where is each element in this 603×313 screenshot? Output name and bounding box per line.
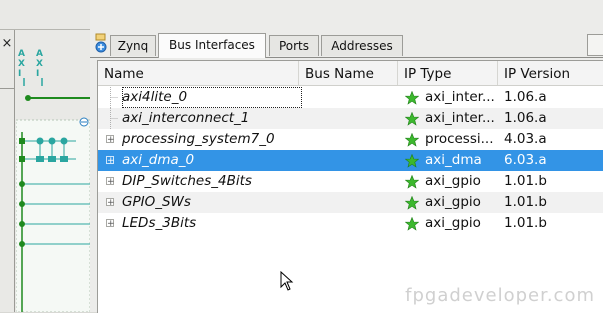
watermark: fpgadeveloper.com (405, 285, 595, 306)
star-icon (405, 175, 419, 189)
star-icon (405, 133, 419, 147)
table-row[interactable]: + processing_system7_0 processi... 4.03.… (98, 129, 603, 150)
tree-connector (110, 108, 118, 129)
axi-legend-icon: AXI AXI (18, 49, 43, 86)
row-ip-type: processi... (425, 131, 494, 147)
bus-interfaces-table: Name Bus Name IP Type IP Version axi4lit… (97, 60, 603, 313)
column-header-ip-version[interactable]: IP Version (498, 61, 603, 85)
bus-schematic (16, 95, 90, 312)
add-ip-icon[interactable] (93, 32, 109, 54)
expand-icon[interactable]: + (106, 219, 115, 229)
row-ip-type: axi_inter... (425, 89, 495, 105)
row-ip-type: axi_gpio (425, 173, 481, 189)
row-ip-version: 1.01.b (504, 173, 547, 189)
expand-icon[interactable]: + (106, 156, 115, 166)
tab-bus-interfaces[interactable]: Bus Interfaces (158, 33, 266, 58)
row-ip-version: 1.01.b (504, 194, 547, 210)
expand-icon[interactable]: + (106, 135, 115, 145)
left-pane-divider-h (0, 88, 14, 89)
row-ip-version: 1.06.a (504, 110, 547, 126)
row-ip-version: 4.03.a (504, 131, 547, 147)
expand-icon[interactable]: + (106, 198, 115, 208)
row-ip-type: axi_inter... (425, 110, 495, 126)
tab-ports[interactable]: Ports (269, 35, 319, 56)
row-ip-version: 6.03.a (504, 152, 547, 168)
row-name: axi_interconnect_1 (122, 110, 250, 126)
tree-connector (110, 87, 118, 108)
bus-interfaces-pane: Zynq Bus Interfaces Ports Addresses Name… (90, 0, 603, 313)
star-icon (405, 91, 419, 105)
table-header: Name Bus Name IP Type IP Version (98, 61, 603, 86)
row-name: LEDs_3Bits (122, 215, 197, 231)
row-name: GPIO_SWs (122, 194, 191, 210)
table-row[interactable]: axi4lite_0 axi_inter... 1.06.a (98, 87, 603, 108)
star-icon (405, 217, 419, 231)
tab-zynq[interactable]: Zynq (110, 35, 156, 56)
row-ip-type: axi_gpio (425, 215, 481, 231)
svg-text:A: A (36, 49, 43, 59)
star-icon (405, 154, 419, 168)
row-ip-type: axi_dma (425, 152, 482, 168)
svg-text:A: A (18, 49, 25, 59)
column-header-name[interactable]: Name (98, 61, 299, 85)
expand-icon[interactable]: + (106, 177, 115, 187)
svg-text:I: I (18, 69, 21, 79)
row-ip-type: axi_gpio (425, 194, 481, 210)
table-row-selected[interactable]: + axi_dma_0 axi_dma 6.03.a (98, 150, 603, 171)
row-name: axi_dma_0 (122, 152, 195, 168)
svg-text:X: X (18, 59, 25, 69)
row-name: DIP_Switches_4Bits (122, 173, 252, 189)
svg-text:I: I (36, 69, 39, 79)
tab-addresses[interactable]: Addresses (321, 35, 403, 56)
mouse-pointer-icon (280, 271, 294, 291)
row-name: processing_system7_0 (122, 131, 275, 147)
table-row[interactable]: + LEDs_3Bits axi_gpio 1.01.b (98, 213, 603, 234)
close-icon[interactable]: × (0, 37, 14, 51)
row-ip-version: 1.01.b (504, 215, 547, 231)
column-header-ip-type[interactable]: IP Type (398, 61, 498, 85)
table-row[interactable]: + DIP_Switches_4Bits axi_gpio 1.01.b (98, 171, 603, 192)
column-header-bus-name[interactable]: Bus Name (299, 61, 398, 85)
row-name: axi4lite_0 (122, 87, 302, 108)
star-icon (405, 196, 419, 210)
left-pane: × AXI AXI (0, 0, 91, 312)
table-row[interactable]: axi_interconnect_1 axi_inter... 1.06.a (98, 108, 603, 129)
tab-overflow-button[interactable] (587, 34, 603, 56)
left-pane-divider (14, 30, 15, 312)
svg-text:X: X (36, 59, 43, 69)
star-icon (405, 112, 419, 126)
row-ip-version: 1.06.a (504, 89, 547, 105)
table-row[interactable]: + GPIO_SWs axi_gpio 1.01.b (98, 192, 603, 213)
